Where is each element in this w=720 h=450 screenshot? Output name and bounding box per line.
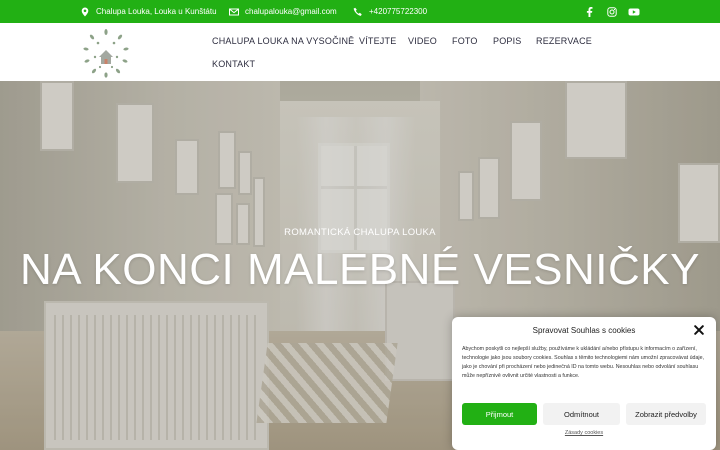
facebook-icon[interactable] — [584, 6, 596, 18]
email-item[interactable]: chalupalouka@gmail.com — [229, 0, 337, 23]
address-text: Chalupa Louka, Louka u Kunštátu — [96, 7, 217, 16]
youtube-icon[interactable] — [628, 6, 640, 18]
close-icon[interactable] — [694, 325, 704, 335]
cookie-consent-dialog: Spravovat Souhlas s cookies Abychom posk… — [452, 317, 716, 450]
instagram-icon[interactable] — [606, 6, 618, 18]
address-item: Chalupa Louka, Louka u Kunštátu — [80, 0, 217, 23]
mail-icon — [229, 8, 239, 15]
site-logo[interactable] — [80, 27, 132, 79]
nav-vitejte[interactable]: VÍTEJTE — [359, 36, 396, 46]
nav-foto[interactable]: FOTO — [452, 36, 478, 46]
phone-icon — [353, 7, 362, 16]
facebook-link[interactable] — [584, 0, 596, 23]
cookie-dialog-text: Abychom poskytli co nejlepší služby, pou… — [462, 346, 705, 379]
youtube-link[interactable] — [628, 0, 640, 23]
map-pin-icon — [81, 7, 89, 16]
site-header: CHALUPA LOUKA NA VYSOČINĚ VÍTEJTE VIDEO … — [0, 23, 720, 81]
phone-link[interactable]: +420775722300 — [369, 7, 427, 16]
accept-cookies-button[interactable]: Přijmout — [462, 403, 537, 425]
nav-chalupa-louka[interactable]: CHALUPA LOUKA NA VYSOČINĚ — [212, 36, 354, 46]
cookie-dialog-title: Spravovat Souhlas s cookies — [532, 326, 636, 335]
view-preferences-button[interactable]: Zobrazit předvolby — [626, 403, 706, 425]
instagram-link[interactable] — [606, 0, 618, 23]
hero-subtitle: ROMANTICKÁ CHALUPA LOUKA — [284, 227, 436, 238]
cookie-policy-link[interactable]: Zásady cookies — [452, 430, 716, 436]
nav-kontakt[interactable]: KONTAKT — [212, 59, 255, 69]
deny-cookies-button[interactable]: Odmítnout — [543, 403, 620, 425]
nav-video[interactable]: VIDEO — [408, 36, 437, 46]
nav-rezervace[interactable]: REZERVACE — [536, 36, 592, 46]
nav-popis[interactable]: POPIS — [493, 36, 522, 46]
hero-title: NA KONCI MALEBNÉ VESNIČKY — [19, 245, 701, 294]
top-bar: Chalupa Louka, Louka u Kunštátu chalupal… — [0, 0, 720, 23]
phone-item[interactable]: +420775722300 — [353, 0, 427, 23]
email-link[interactable]: chalupalouka@gmail.com — [245, 7, 337, 16]
